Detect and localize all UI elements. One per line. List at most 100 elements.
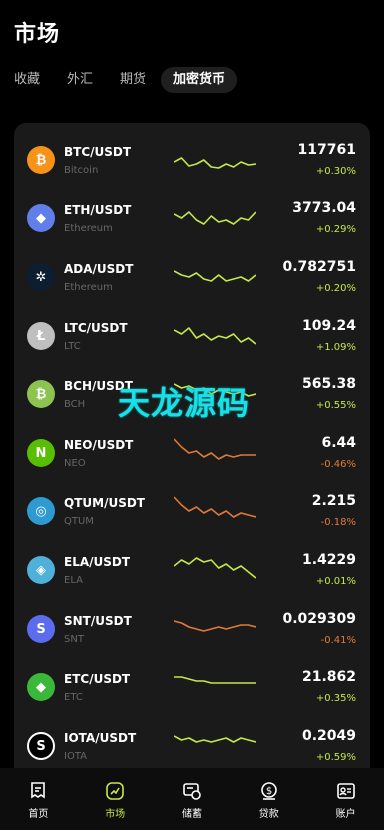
- coin-price: 0.782751: [282, 259, 356, 275]
- coin-name: BCH: [64, 399, 86, 410]
- sparkline-path: [174, 327, 256, 345]
- coin-price: 565.38: [301, 376, 356, 392]
- nav-home[interactable]: 首页: [8, 768, 68, 830]
- coin-pair: SNT/USDT: [64, 614, 132, 628]
- coin-name: LTC: [64, 341, 81, 352]
- coin-pair: LTC/USDT: [64, 321, 128, 335]
- home-icon: [31, 782, 46, 799]
- watermark-text: 天龙源码: [118, 384, 251, 422]
- coin-name: Ethereum: [64, 282, 113, 293]
- litecoin-icon: Ł: [27, 322, 55, 350]
- nav-account[interactable]: 账户: [316, 768, 376, 830]
- price-sparkline: [174, 157, 256, 169]
- nav-loan[interactable]: $ 贷款: [239, 768, 299, 830]
- price-sparkline: [174, 211, 256, 225]
- price-sparkline: [174, 438, 256, 460]
- coin-change: +0.01%: [315, 576, 356, 587]
- price-sparkline: [174, 327, 256, 345]
- sparkline-path: [174, 438, 256, 460]
- ethereum-icon: ◆: [27, 204, 55, 232]
- coin-row[interactable]: ✲ ADA/USDT Ethereum 0.782751 +0.20%: [14, 247, 370, 305]
- coin-price: 109.24: [301, 318, 356, 334]
- iota-icon: S: [27, 732, 55, 760]
- coin-price: 0.2049: [301, 728, 356, 744]
- coin-row[interactable]: ◆ ETH/USDT Ethereum 3773.04 +0.29%: [14, 188, 370, 246]
- coin-price: 117761: [297, 142, 356, 158]
- coin-change: +0.29%: [315, 224, 356, 235]
- coin-change: +0.30%: [315, 166, 356, 177]
- neo-icon: N: [27, 439, 55, 467]
- coin-name: ELA: [64, 575, 83, 586]
- price-sparkline: [174, 270, 256, 282]
- coin-row[interactable]: S IOTA/USDT IOTA 0.2049 +0.59%: [14, 716, 370, 774]
- coin-price: 2.215: [311, 493, 356, 509]
- coin-pair: QTUM/USDT: [64, 496, 145, 510]
- qtum-icon: ◎: [27, 497, 55, 525]
- coin-name: Bitcoin: [64, 165, 99, 176]
- sparkline-path: [174, 211, 256, 225]
- price-sparkline: [174, 620, 256, 632]
- coin-row[interactable]: ◎ QTUM/USDT QTUM 2.215 -0.18%: [14, 481, 370, 539]
- coin-change: -0.41%: [320, 635, 356, 646]
- coin-change: +0.20%: [315, 283, 356, 294]
- cardano-icon: ✲: [27, 263, 55, 291]
- coin-row[interactable]: S SNT/USDT SNT 0.029309 -0.41%: [14, 599, 370, 657]
- nav-label: 市场: [105, 809, 126, 820]
- coin-pair: BTC/USDT: [64, 145, 132, 159]
- coin-row[interactable]: ◆ ETC/USDT ETC 21.862 +0.35%: [14, 657, 370, 715]
- status-icon: S: [27, 615, 55, 643]
- coin-pair: ETH/USDT: [64, 203, 132, 217]
- coin-name: ETC: [64, 692, 83, 703]
- ethereum-classic-icon: ◆: [27, 673, 55, 701]
- coin-list: ₿ BTC/USDT Bitcoin 117761 +0.30% ◆ ETH/USDT Eth…: [14, 123, 370, 783]
- sparkline-path: [174, 620, 256, 632]
- coin-row[interactable]: ₿ BTC/USDT Bitcoin 117761 +0.30%: [14, 130, 370, 188]
- tab-futures[interactable]: 期货: [120, 67, 146, 93]
- market-tabs: 收藏 外汇 期货 加密货币: [14, 67, 264, 93]
- market-chart-icon: [106, 782, 124, 800]
- coin-change: +1.09%: [315, 342, 356, 353]
- loan-icon: $: [260, 782, 277, 800]
- tab-favorites[interactable]: 收藏: [14, 67, 40, 93]
- nav-label: 账户: [335, 809, 356, 820]
- coin-name: QTUM: [64, 516, 94, 527]
- coin-change: -0.46%: [320, 459, 356, 470]
- coin-change: +0.35%: [315, 693, 356, 704]
- nav-market[interactable]: 市场: [85, 768, 145, 830]
- coin-name: NEO: [64, 458, 86, 469]
- sparkline-path: [174, 496, 256, 518]
- coin-pair: ELA/USDT: [64, 555, 131, 569]
- coin-name: SNT: [64, 634, 84, 645]
- coin-price: 0.029309: [282, 611, 356, 627]
- svg-text:$: $: [266, 786, 272, 797]
- elastos-icon: ◈: [27, 556, 55, 584]
- coin-price: 21.862: [301, 669, 356, 685]
- coin-row[interactable]: N NEO/USDT NEO 6.44 -0.46%: [14, 423, 370, 481]
- sparkline-path: [174, 270, 256, 282]
- account-icon: [336, 783, 355, 799]
- coin-row[interactable]: ◈ ELA/USDT ELA 1.4229 +0.01%: [14, 540, 370, 598]
- sparkline-path: [174, 676, 256, 684]
- bitcoin-icon: ₿: [27, 146, 55, 174]
- tab-forex[interactable]: 外汇: [67, 67, 93, 93]
- nav-savings[interactable]: 储蓄: [162, 768, 222, 830]
- coin-change: +0.59%: [315, 752, 356, 763]
- coin-pair: ADA/USDT: [64, 262, 134, 276]
- coin-change: +0.55%: [315, 400, 356, 411]
- sparkline-path: [174, 557, 256, 579]
- nav-label: 储蓄: [181, 809, 202, 820]
- coin-pair: ETC/USDT: [64, 672, 131, 686]
- coin-name: Ethereum: [64, 223, 113, 234]
- price-sparkline: [174, 496, 256, 518]
- coin-row[interactable]: Ł LTC/USDT LTC 109.24 +1.09%: [14, 306, 370, 364]
- tab-crypto[interactable]: 加密货币: [161, 67, 238, 93]
- price-sparkline: [174, 676, 256, 684]
- coin-pair: NEO/USDT: [64, 438, 134, 452]
- coin-name: IOTA: [64, 751, 87, 762]
- bitcoin-cash-icon: ₿: [27, 380, 55, 408]
- coin-price: 6.44: [321, 435, 356, 451]
- nav-label: 贷款: [258, 809, 279, 820]
- nav-label: 首页: [28, 809, 49, 820]
- price-sparkline: [174, 557, 256, 579]
- coin-change: -0.18%: [320, 517, 356, 528]
